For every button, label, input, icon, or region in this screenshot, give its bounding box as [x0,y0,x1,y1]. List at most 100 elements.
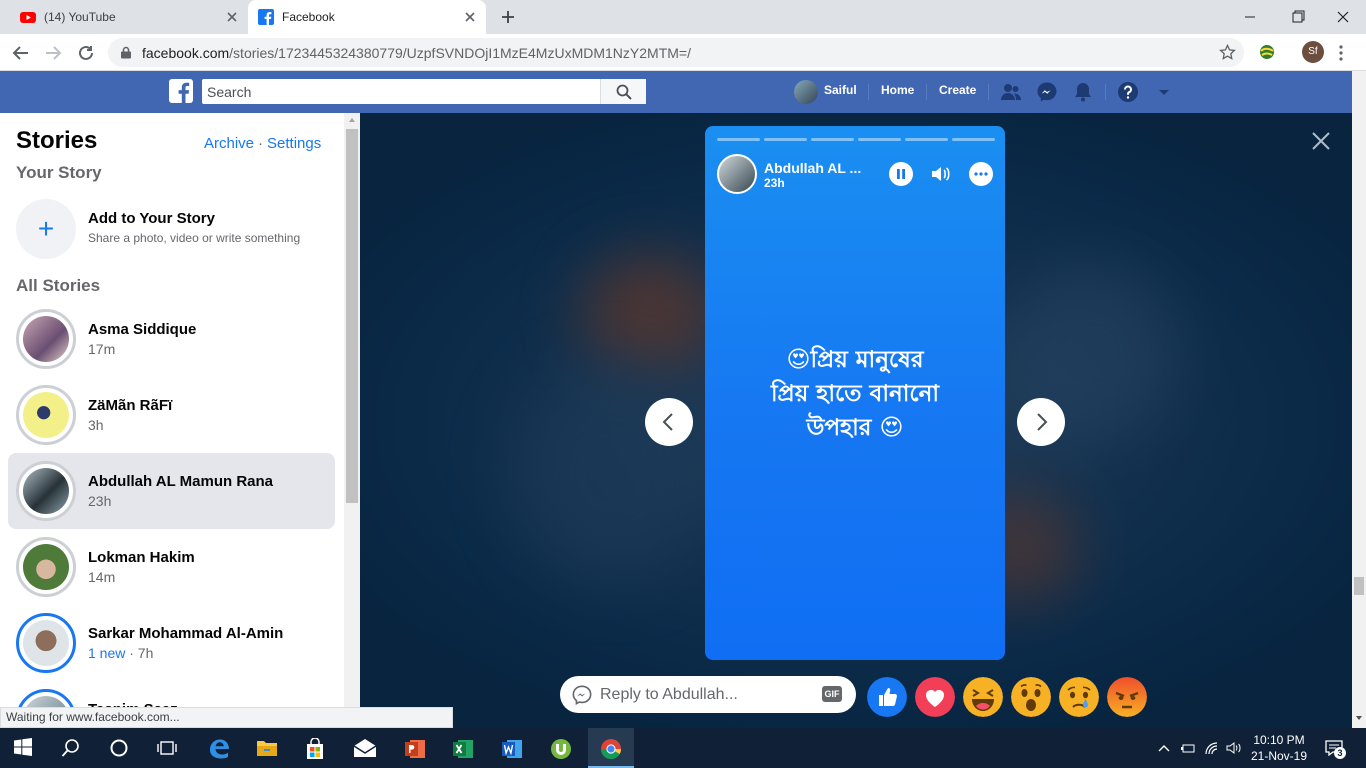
scroll-down-icon[interactable] [1352,711,1366,725]
avatar [23,620,69,666]
volume-icon[interactable] [929,162,953,186]
reload-icon[interactable] [77,44,95,62]
back-icon[interactable] [12,44,30,62]
gif-button[interactable]: GIF [822,686,842,702]
reply-box: GIF [560,676,856,713]
help-icon[interactable] [1117,81,1139,103]
close-tab-icon[interactable] [224,9,240,25]
account-menu-chevron-icon[interactable] [1153,81,1175,103]
chevron-right-icon [1037,413,1048,431]
search-icon [61,739,79,757]
task-view-button[interactable] [144,728,190,768]
notification-count-badge: 3 [1334,747,1346,759]
action-center-button[interactable]: 3 [1324,738,1346,759]
settings-link[interactable]: Settings [267,135,321,152]
restore-icon[interactable] [1287,7,1307,27]
wifi-icon[interactable] [1204,741,1220,755]
taskbar-edge[interactable] [196,728,242,768]
reply-input[interactable] [600,676,810,713]
system-clock[interactable]: 10:10 PM 21-Nov-19 [1249,732,1309,764]
mail-icon [353,739,377,757]
story-item[interactable]: ZäMãn RãFï 3h [8,377,335,453]
taskbar-store[interactable] [292,728,338,768]
forward-icon[interactable] [44,44,62,62]
notifications-bell-icon[interactable] [1072,81,1094,103]
story-item-active[interactable]: Abdullah AL Mamun Rana 23h [8,453,335,529]
story-author-name: ZäMãn RãFï [88,397,173,414]
close-window-icon[interactable] [1333,7,1353,27]
cortana-button[interactable] [96,728,142,768]
search-input[interactable] [202,79,600,104]
minimize-icon[interactable] [1240,7,1260,27]
story-author-name: Asma Siddique [88,321,197,338]
taskbar-search-button[interactable] [48,728,94,768]
love-reaction-icon[interactable] [915,677,955,717]
previous-story-button[interactable] [645,398,693,446]
bookmark-star-icon[interactable] [1219,44,1236,61]
like-reaction-icon[interactable] [867,677,907,717]
profile-link[interactable]: Saiful [824,83,857,97]
start-button[interactable] [0,728,46,768]
messenger-icon[interactable] [1036,81,1058,103]
nav-divider [1105,84,1106,100]
archive-link[interactable]: Archive [204,135,254,152]
taskbar-excel[interactable] [440,728,486,768]
cortana-icon [110,739,128,757]
avatar [23,316,69,362]
story-author-avatar[interactable] [717,154,757,194]
taskbar-file-explorer[interactable] [244,728,290,768]
sidebar-scrollbar[interactable] [344,113,360,728]
more-options-icon[interactable] [969,162,993,186]
taskbar-word[interactable] [489,728,535,768]
taskbar-chrome[interactable] [588,728,634,768]
story-item[interactable]: Lokman Hakim 14m [8,529,335,605]
scroll-up-icon[interactable] [344,113,360,127]
story-time: 1 new · 7h [88,645,153,661]
scrollbar-thumb[interactable] [1354,577,1364,595]
story-item[interactable]: Sarkar Mohammad Al-Amin 1 new · 7h [8,605,335,681]
add-story-title[interactable]: Add to Your Story [88,210,215,227]
create-link[interactable]: Create [939,83,976,97]
story-viewer: Abdullah AL ... 23h 😍প্রিয় মানুষের প্রি… [360,113,1352,728]
home-link[interactable]: Home [881,83,914,97]
next-story-button[interactable] [1017,398,1065,446]
speaker-icon[interactable] [1226,741,1242,755]
browser-menu-icon[interactable] [1338,44,1344,62]
address-bar[interactable]: facebook.com/stories/1723445324380779/Uz… [108,38,1244,67]
story-text: 😍প্রিয় মানুষের প্রিয় হাতে বানানো উপহার… [770,347,940,441]
tab-youtube[interactable]: (14) YouTube [0,0,248,34]
close-tab-icon[interactable] [462,9,478,25]
chrome-icon [600,739,622,760]
haha-reaction-icon[interactable] [963,677,1003,717]
windows-taskbar: 10:10 PM 21-Nov-19 3 [0,728,1366,768]
sad-reaction-icon[interactable] [1059,677,1099,717]
clock-time: 10:10 PM [1253,733,1305,747]
scrollbar-thumb[interactable] [346,129,358,503]
taskbar-mail[interactable] [342,728,388,768]
battery-icon[interactable] [1180,741,1196,755]
story-item[interactable]: Asma Siddique 17m [8,301,335,377]
chevron-up-icon[interactable] [1156,741,1172,755]
profile-avatar[interactable]: Sf [1302,41,1324,63]
add-story-button[interactable]: + [16,199,76,259]
tab-facebook[interactable]: Facebook [248,0,486,34]
story-author-name[interactable]: Abdullah AL ... [764,160,861,176]
page-scrollbar[interactable] [1352,71,1366,728]
search-button[interactable] [600,79,646,104]
stories-sidebar: Stories Archive · Settings Your Story + Ad… [0,113,344,728]
angry-reaction-icon[interactable] [1107,677,1147,717]
extension-icon[interactable] [1258,43,1276,61]
status-bar: Waiting for www.facebook.com... [0,707,453,728]
pause-icon[interactable] [889,162,913,186]
close-viewer-icon[interactable] [1312,132,1330,150]
wow-reaction-icon[interactable] [1011,677,1051,717]
facebook-logo-icon[interactable] [169,79,193,103]
nav-divider [868,84,869,100]
new-tab-icon[interactable] [500,9,516,25]
stories-header-links: Archive · Settings [204,135,321,152]
friend-requests-icon[interactable] [1000,81,1022,103]
user-avatar[interactable] [794,80,818,104]
taskbar-powerpoint[interactable] [392,728,438,768]
taskbar-utorrent[interactable] [538,728,584,768]
edge-icon [210,739,229,759]
